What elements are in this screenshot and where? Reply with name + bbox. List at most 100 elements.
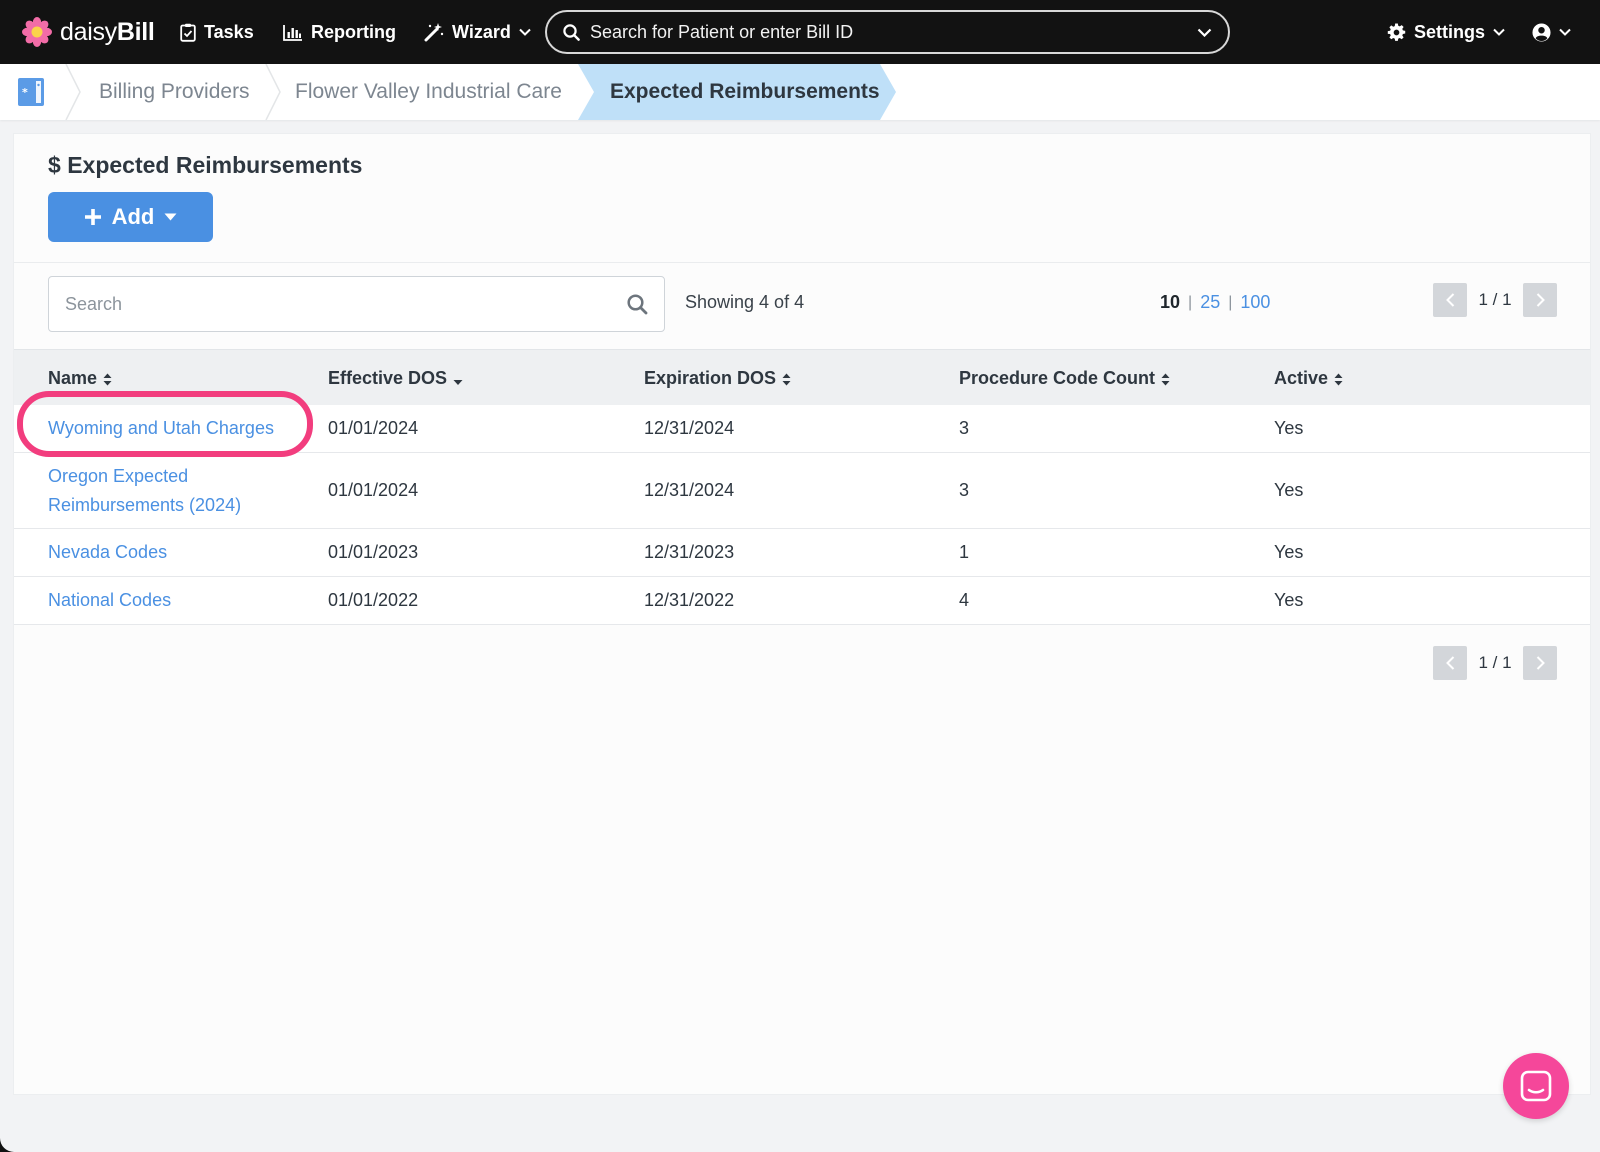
table-row: Oregon Expected Reimbursements (2024) 01… — [14, 453, 1590, 529]
expiration-dos-cell: 12/31/2023 — [644, 542, 735, 562]
results-count: Showing 4 of 4 — [685, 292, 805, 312]
table-search[interactable] — [48, 276, 665, 332]
column-header-effective-dos[interactable]: Effective DOS — [328, 350, 463, 406]
column-header-expiration-dos[interactable]: Expiration DOS — [644, 350, 791, 406]
procedure-count-cell: 4 — [959, 590, 970, 610]
column-header-procedure-code-count[interactable]: Procedure Code Count — [959, 350, 1170, 406]
page-size-25[interactable]: 25 — [1200, 292, 1220, 313]
table-header: Name Effective DOS Expiration DOS Proced… — [14, 349, 1590, 405]
reimbursement-name-link[interactable]: Oregon Expected Reimbursements (2024) — [48, 462, 278, 520]
table-row: National Codes 01/01/2022 12/31/2022 4 Y… — [14, 577, 1590, 625]
clipboard-check-icon — [180, 23, 196, 42]
expiration-dos-cell: 12/31/2024 — [644, 418, 735, 438]
active-cell: Yes — [1274, 418, 1304, 438]
breadcrumb-billing-provider[interactable]: Flower Valley Industrial Care — [295, 64, 562, 120]
nav-tasks[interactable]: Tasks — [180, 19, 254, 45]
breadcrumb-separator — [65, 64, 81, 120]
magic-wand-icon — [424, 23, 444, 42]
search-input[interactable] — [65, 293, 627, 315]
top-navigation: daisyBill Tasks Reporting Wizard Search … — [0, 0, 1600, 64]
dollar-sign-icon: $ — [48, 152, 61, 178]
global-search[interactable] — [545, 10, 1230, 54]
sort-descending-icon — [453, 379, 463, 385]
nav-wizard[interactable]: Wizard — [424, 19, 531, 45]
bar-chart-icon — [283, 24, 302, 41]
brand-logo[interactable]: daisyBill — [22, 17, 155, 47]
reimbursement-name-link[interactable]: Wyoming and Utah Charges — [48, 414, 274, 443]
search-icon — [563, 23, 580, 41]
expected-reimbursements-panel: $ Expected Reimbursements Add Showing 4 … — [13, 133, 1591, 1095]
column-header-name[interactable]: Name — [48, 350, 112, 406]
nav-reporting-label: Reporting — [311, 21, 396, 42]
chevron-down-icon — [1559, 28, 1571, 36]
effective-dos-cell: 01/01/2024 — [328, 418, 419, 438]
next-page-button[interactable] — [1523, 646, 1557, 680]
effective-dos-cell: 01/01/2023 — [328, 542, 419, 562]
chat-icon — [1520, 1070, 1552, 1102]
reimbursement-name-link[interactable]: Nevada Codes — [48, 538, 167, 567]
caret-down-icon — [164, 213, 177, 221]
page-size-selector: 10 | 25 | 100 — [1160, 292, 1270, 313]
effective-dos-cell: 01/01/2024 — [328, 480, 419, 500]
pagination-top: 1 / 1 — [1433, 283, 1557, 317]
procedure-count-cell: 3 — [959, 480, 970, 500]
procedure-count-cell: 3 — [959, 418, 970, 438]
add-button[interactable]: Add — [48, 192, 213, 242]
reimbursement-name-link[interactable]: National Codes — [48, 586, 171, 615]
plus-icon — [84, 209, 101, 225]
page-size-separator: | — [1228, 293, 1233, 311]
expiration-dos-cell: 12/31/2024 — [644, 480, 735, 500]
chevron-down-icon — [519, 28, 531, 36]
svg-text:*: * — [22, 86, 28, 99]
chevron-down-icon[interactable] — [1197, 28, 1212, 37]
search-icon[interactable] — [627, 293, 648, 315]
user-circle-icon — [1532, 22, 1551, 42]
sort-icon — [1161, 373, 1170, 386]
add-button-label: Add — [111, 204, 155, 229]
address-card-icon: * — [18, 78, 44, 106]
chevron-left-icon — [1445, 293, 1454, 307]
page-indicator: 1 / 1 — [1478, 653, 1512, 672]
sort-icon — [103, 373, 112, 386]
nav-settings[interactable]: Settings — [1387, 19, 1505, 45]
gear-icon — [1387, 22, 1406, 41]
chevron-right-icon — [1536, 656, 1545, 670]
prev-page-button[interactable] — [1433, 283, 1467, 317]
chevron-right-icon — [1536, 293, 1545, 307]
daisy-flower-icon — [22, 17, 52, 47]
chat-launcher-button[interactable] — [1503, 1053, 1569, 1119]
page-title: $ Expected Reimbursements — [48, 152, 363, 178]
nav-settings-label: Settings — [1414, 21, 1486, 42]
active-cell: Yes — [1274, 590, 1304, 610]
breadcrumb-billing-providers[interactable]: Billing Providers — [99, 64, 250, 120]
page-size-100[interactable]: 100 — [1240, 292, 1270, 313]
page-size-separator: | — [1188, 293, 1193, 311]
procedure-count-cell: 1 — [959, 542, 970, 562]
page-size-10[interactable]: 10 — [1160, 292, 1180, 313]
breadcrumb-home[interactable]: * — [0, 64, 62, 120]
table-row: Wyoming and Utah Charges 01/01/2024 12/3… — [14, 405, 1590, 453]
effective-dos-cell: 01/01/2022 — [328, 590, 419, 610]
breadcrumb-current-label: Expected Reimbursements — [610, 80, 880, 103]
breadcrumb-separator — [265, 64, 281, 120]
active-cell: Yes — [1274, 542, 1304, 562]
nav-user-menu[interactable] — [1532, 19, 1571, 45]
sort-icon — [1334, 373, 1343, 386]
next-page-button[interactable] — [1523, 283, 1557, 317]
active-cell: Yes — [1274, 480, 1304, 500]
column-header-active[interactable]: Active — [1274, 350, 1343, 406]
chevron-down-icon — [1493, 28, 1505, 36]
chevron-left-icon — [1445, 656, 1454, 670]
nav-wizard-label: Wizard — [452, 21, 511, 42]
breadcrumb: * Billing Providers Flower Valley Indust… — [0, 64, 1600, 120]
brand-name: daisyBill — [60, 17, 155, 46]
pagination-bottom: 1 / 1 — [1433, 646, 1557, 680]
divider — [14, 262, 1590, 263]
nav-reporting[interactable]: Reporting — [283, 19, 396, 45]
expiration-dos-cell: 12/31/2022 — [644, 590, 735, 610]
page-indicator: 1 / 1 — [1478, 290, 1512, 309]
global-search-input[interactable] — [590, 21, 1197, 43]
prev-page-button[interactable] — [1433, 646, 1467, 680]
nav-tasks-label: Tasks — [204, 21, 254, 42]
app-window: daisyBill Tasks Reporting Wizard Search … — [0, 0, 1600, 1152]
